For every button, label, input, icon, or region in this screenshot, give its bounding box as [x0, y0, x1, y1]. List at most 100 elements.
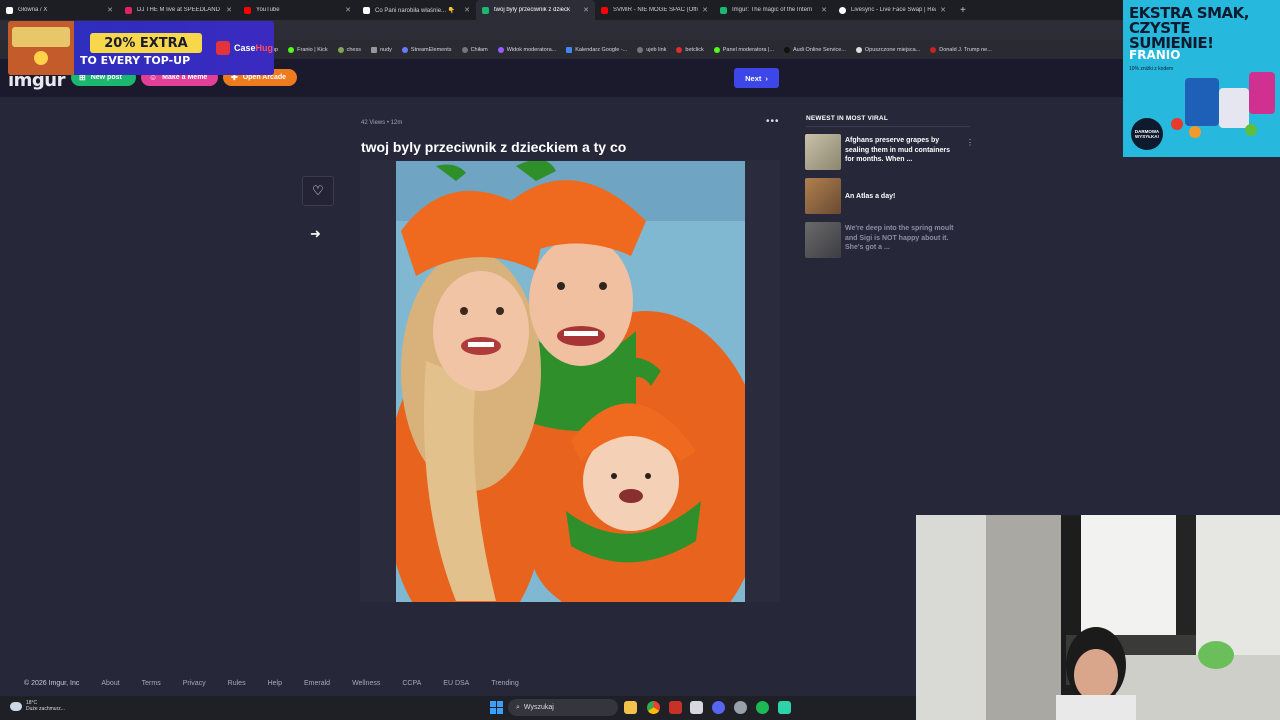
next-button[interactable]: Next ›	[734, 68, 779, 88]
treasure-chest-icon	[8, 21, 74, 75]
bookmark[interactable]: Audi Online Service...	[784, 46, 846, 53]
ad-subtext: 10% zniżki z kodem	[1129, 66, 1174, 72]
post-photo-illustration	[396, 161, 745, 602]
bookmark[interactable]: Chiłam	[461, 46, 488, 53]
share-arrow-icon[interactable]: ➜	[310, 226, 321, 242]
browser-tab[interactable]: Główna / X ✕	[0, 0, 119, 20]
sidebar-post[interactable]: An Atlas a day!	[805, 178, 971, 216]
more-options-icon[interactable]: •••	[766, 116, 780, 127]
imgur-favicon-icon	[720, 6, 727, 14]
close-tab-icon[interactable]: ✕	[702, 6, 708, 14]
favicon-icon	[839, 6, 846, 14]
browser-tab[interactable]: Livesync - Live Face Swap | Rea ✕	[833, 0, 952, 20]
footer-link-help[interactable]: Help	[268, 680, 282, 687]
app-icon[interactable]	[690, 701, 703, 714]
browser-tab[interactable]: Co Pani narobiła właśnie... 👇 ✕	[357, 0, 476, 20]
browser-tab[interactable]: DJ THE M live at SPEEDLAND l ✕	[119, 0, 238, 20]
ad-brand: Case Hug	[216, 41, 273, 55]
bookmark[interactable]: StreamElements	[401, 46, 452, 53]
new-tab-button[interactable]: +	[952, 5, 974, 16]
footer-link-wellness[interactable]: Wellness	[352, 680, 380, 687]
globe-icon	[637, 46, 644, 53]
app-icon[interactable]	[778, 701, 791, 714]
globe-icon	[855, 46, 862, 53]
taskbar-search[interactable]: ⌕ Wyszukaj	[508, 699, 618, 716]
close-tab-icon[interactable]: ✕	[940, 6, 946, 14]
sidebar-post[interactable]: Afghans preserve grapes by sealing them …	[805, 134, 971, 172]
chrome-icon[interactable]	[647, 701, 660, 714]
footer-link-rules[interactable]: Rules	[228, 680, 246, 687]
webcam-feed	[916, 515, 1280, 720]
close-tab-icon[interactable]: ✕	[345, 6, 351, 14]
youtube-favicon-icon	[244, 6, 251, 14]
folder-icon	[370, 46, 377, 53]
footer-link-privacy[interactable]: Privacy	[183, 680, 206, 687]
bookmark[interactable]: Donald J. Trump ne...	[930, 46, 992, 53]
app-icon[interactable]	[669, 701, 682, 714]
casehug-ad[interactable]: 20% EXTRA TO EVERY TOP-UP Case Hug	[8, 21, 274, 75]
page-footer: © 2026 Imgur, Inc About Terms Privacy Ru…	[0, 672, 916, 694]
imgur-favicon-icon	[482, 6, 489, 14]
footer-link-emerald[interactable]: Emerald	[304, 680, 330, 687]
casehug-logo-icon	[216, 41, 230, 55]
close-tab-icon[interactable]: ✕	[821, 6, 827, 14]
youtube-favicon-icon	[601, 6, 608, 14]
bookmark[interactable]: ujeb link	[637, 46, 666, 53]
bookmark[interactable]: Opuszczone miejsca...	[855, 46, 920, 53]
browser-tab[interactable]: Imgur: The magic of the Intern ✕	[714, 0, 833, 20]
footer-link-terms[interactable]: Terms	[142, 680, 161, 687]
post-thumbnail	[805, 178, 841, 214]
browser-tab[interactable]: YouTube ✕	[238, 0, 357, 20]
browser-tab-active[interactable]: twoj byly przeciwnik z dzieck ✕	[476, 0, 595, 20]
kick-icon	[713, 46, 720, 53]
free-shipping-badge: DARMOWA WYSYŁKA!	[1131, 118, 1163, 150]
footer-link-ccpa[interactable]: CCPA	[402, 680, 421, 687]
chess-icon	[337, 46, 344, 53]
post-thumbnail	[805, 222, 841, 258]
browser-tab-strip: Główna / X ✕ DJ THE M live at SPEEDLAND l…	[0, 0, 1280, 20]
discord-icon[interactable]	[712, 701, 725, 714]
ad-every-label: TO EVERY TOP-UP	[80, 54, 191, 67]
bookmark[interactable]: nudy	[370, 46, 392, 53]
settings-gear-icon[interactable]	[734, 701, 747, 714]
chevron-right-icon: ›	[765, 73, 768, 83]
weather-widget[interactable]: 18°C Duże zachmurz...	[10, 700, 65, 712]
footer-link-trending[interactable]: Trending	[491, 680, 518, 687]
bookmark[interactable]: Kalendarz Google -...	[566, 46, 627, 53]
close-tab-icon[interactable]: ✕	[107, 6, 113, 14]
favorite-button[interactable]: ♡	[302, 176, 334, 206]
ad-extra-label: 20% EXTRA	[90, 33, 202, 53]
close-tab-icon[interactable]: ✕	[464, 6, 470, 14]
fruit-icon	[1245, 124, 1257, 136]
file-explorer-icon[interactable]	[624, 701, 637, 714]
footer-link-eu-dsa[interactable]: EU DSA	[443, 680, 469, 687]
sidebar-title: NEWEST IN MOST VIRAL	[806, 115, 888, 122]
spotify-icon[interactable]	[756, 701, 769, 714]
bookmark[interactable]: Widok moderatora...	[497, 46, 556, 53]
franio-ad[interactable]: EKSTRA SMAK, CZYSTE SUMIENIE! FRANIO 10%…	[1123, 0, 1280, 157]
bookmark[interactable]: betclick	[676, 46, 704, 53]
fruit-icon	[1171, 118, 1183, 130]
product-jar	[1219, 88, 1249, 128]
cloud-icon	[10, 701, 22, 711]
bookmark[interactable]: chess	[337, 46, 361, 53]
sidebar-divider	[806, 126, 970, 127]
favicon-icon	[125, 6, 132, 14]
betclick-icon	[676, 46, 683, 53]
product-jar	[1185, 78, 1219, 126]
streamelements-icon	[401, 46, 408, 53]
bookmark[interactable]: Franio | Kick	[288, 46, 328, 53]
close-tab-icon[interactable]: ✕	[226, 6, 232, 14]
browser-tab[interactable]: SVMIR - NIE MOGE SPAĆ (Offic ✕	[595, 0, 714, 20]
kick-icon	[288, 46, 295, 53]
webcam-overlay	[916, 515, 1280, 720]
post-image[interactable]	[396, 161, 745, 602]
close-tab-icon[interactable]: ✕	[583, 6, 589, 14]
ad-headline: EKSTRA SMAK, CZYSTE SUMIENIE!	[1129, 4, 1249, 52]
sidebar-post[interactable]: We're deep into the spring moult and Sig…	[805, 222, 971, 260]
calendar-icon	[566, 46, 573, 53]
windows-start-icon[interactable]	[490, 701, 503, 714]
footer-link-about[interactable]: About	[101, 680, 119, 687]
search-icon: ⌕	[516, 703, 520, 711]
bookmark[interactable]: Panel moderatora |...	[713, 46, 774, 53]
